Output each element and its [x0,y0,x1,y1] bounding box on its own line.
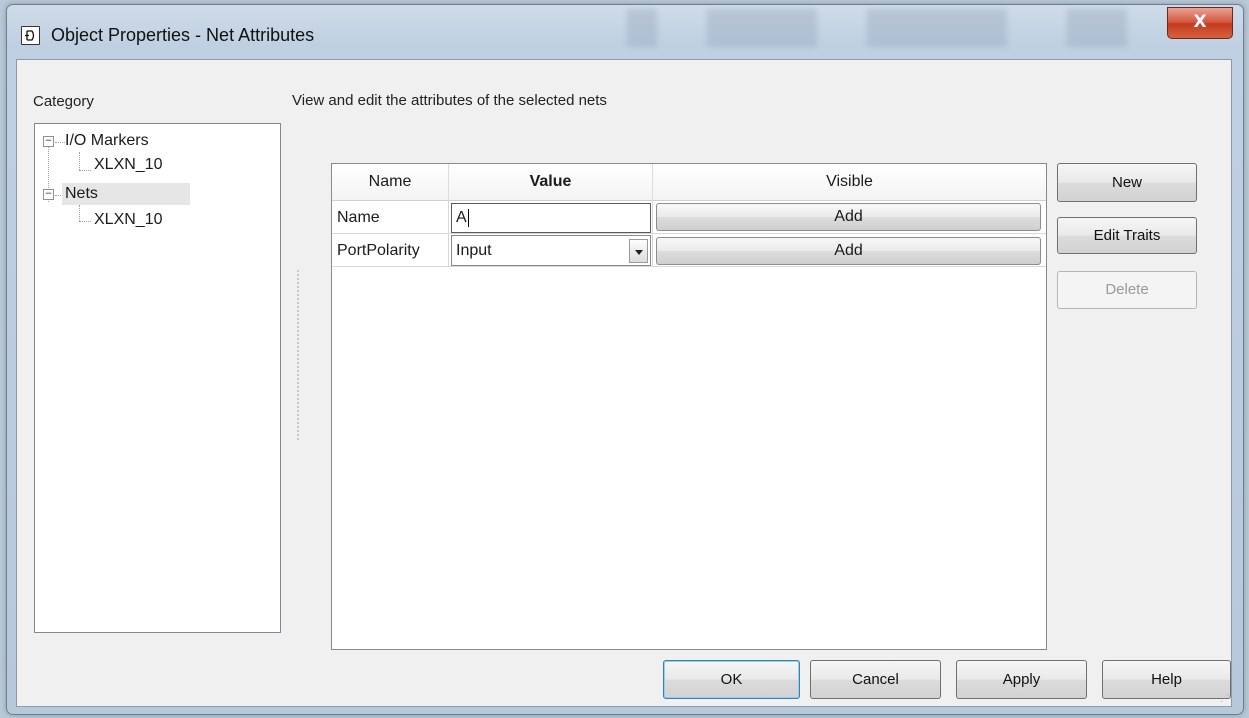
row-name-cell: Name [332,201,449,234]
close-icon[interactable]: X [1193,12,1206,32]
tree-item-nets[interactable]: Nets [62,183,190,205]
window-title: Object Properties - Net Attributes [51,25,315,45]
tree-item-io-marker-xlxn-10[interactable]: XLXN_10 [91,154,166,176]
tree-item-net-xlxn-10[interactable]: XLXN_10 [91,209,166,231]
close-button[interactable]: X [1167,7,1233,39]
background-ghost [707,9,817,47]
attributes-table: Name Value Visible Name A Add PortPolari… [331,163,1047,650]
tree-item-io-markers[interactable]: I/O Markers [62,130,152,152]
title-bar: Object Properties - Net Attributes X [7,5,1243,59]
apply-button[interactable]: Apply [956,660,1087,699]
resize-grip-icon[interactable]: ⋰ [1220,694,1229,704]
delete-button[interactable]: Delete [1057,271,1197,309]
description-label: View and edit the attributes of the sele… [292,92,607,109]
text-cursor [467,208,469,227]
background-ghost [867,9,1007,47]
edit-traits-button[interactable]: Edit Traits [1057,217,1197,254]
splitter-handle[interactable] [297,270,301,440]
column-header-visible[interactable]: Visible [653,164,1046,201]
value-text[interactable]: A [456,209,467,226]
background-ghost [627,9,657,47]
tree-connector [79,152,80,170]
new-button[interactable]: New [1057,163,1197,202]
tree-connector [79,205,80,221]
tree-connector [79,170,91,171]
category-tree[interactable]: − I/O Markers XLXN_10 − Nets XLXN_10 [34,123,281,633]
app-icon [21,26,40,45]
tree-connector [79,221,91,222]
column-header-name[interactable]: Name [332,164,449,201]
select-value[interactable]: Input [456,242,492,259]
add-visible-button[interactable]: Add [656,203,1041,231]
collapse-icon[interactable]: − [43,136,54,147]
chevron-down-icon[interactable] [629,239,648,263]
collapse-icon[interactable]: − [43,189,54,200]
help-button[interactable]: Help [1102,660,1231,699]
background-ghost [1067,9,1127,47]
ok-button[interactable]: OK [663,660,800,699]
value-input-name[interactable]: A [451,203,651,233]
port-polarity-select[interactable]: Input [451,235,651,266]
cancel-button[interactable]: Cancel [810,660,941,699]
column-header-value[interactable]: Value [449,164,653,201]
dialog-client-area: Category View and edit the attributes of… [16,59,1232,707]
row-name-cell: PortPolarity [332,234,449,267]
add-visible-button[interactable]: Add [656,237,1041,265]
category-label: Category [33,93,94,110]
dialog-window: Object Properties - Net Attributes X Cat… [6,4,1244,715]
